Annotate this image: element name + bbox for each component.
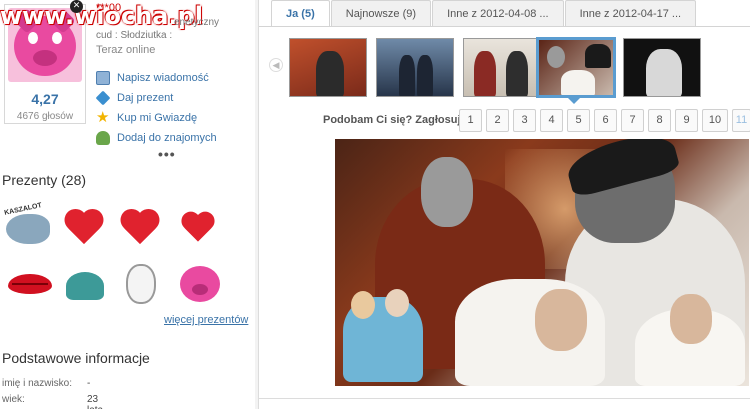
thumb-figure: [506, 51, 528, 96]
gift-poo[interactable]: [58, 258, 110, 306]
prev-arrow-icon[interactable]: ◀: [269, 58, 283, 72]
buy-star-link[interactable]: ★ Kup mi Gwiazdę: [96, 108, 217, 128]
gift-lips[interactable]: [2, 258, 54, 306]
pig-eye-left: [28, 32, 38, 44]
mail-icon: [96, 71, 110, 85]
more-actions-toggle[interactable]: •••: [158, 146, 176, 162]
gift-whale[interactable]: KASZALOT: [2, 202, 54, 250]
pig-eye-right: [52, 32, 62, 44]
gift-broken-heart[interactable]: [172, 202, 224, 250]
online-status: Teraz online: [96, 44, 156, 56]
gift-icon: [95, 90, 111, 106]
description-line-2: cud : Słodziutka :: [96, 30, 173, 41]
profile-sidebar: 4,27 4676 głosów www.wiocha.pl ✕ ***00 e…: [0, 0, 255, 409]
gifts-heading: Prezenty (28): [2, 172, 87, 188]
tab-newest[interactable]: Najnowsze (9): [330, 0, 432, 26]
action-label: Daj prezent: [117, 92, 174, 104]
send-message-link[interactable]: Napisz wiadomość: [96, 68, 217, 88]
photo-pope-center-head: [535, 289, 587, 351]
tab-divider: [259, 26, 750, 27]
info-label: imię i nazwisko:: [2, 378, 73, 389]
photo-head-left: [421, 157, 473, 227]
user-description: enetyczny cud : Słodziutka :: [96, 16, 246, 42]
rating-value: 4,27: [31, 91, 59, 107]
thumbnail-3[interactable]: [463, 38, 541, 97]
thumb-figure: [417, 55, 433, 96]
info-row-name: imię i nazwisko: -: [2, 378, 90, 389]
photo-tabs: Ja (5) Najnowsze (9) Inne z 2012-04-08 .…: [271, 0, 697, 26]
thumbnail-2[interactable]: [376, 38, 454, 97]
action-label: Kup mi Gwiazdę: [117, 112, 198, 124]
info-value: -: [87, 378, 91, 389]
close-icon[interactable]: ✕: [70, 0, 83, 13]
gift-heart-2[interactable]: [114, 202, 166, 250]
vote-prompt: Podobam Ci się? Zagłosuj:: [323, 114, 465, 126]
photo-pope-right-head: [670, 294, 712, 344]
thumb-figure: [316, 51, 344, 96]
vote-button-1[interactable]: 1: [459, 109, 482, 132]
photo-couple-head-2: [385, 289, 409, 317]
thumb-figure: [399, 55, 415, 96]
star-icon: ★: [96, 109, 110, 126]
more-gifts-link[interactable]: więcej prezentów: [164, 314, 248, 326]
gift-pig[interactable]: [172, 258, 224, 306]
pig-icon: [180, 266, 220, 302]
heart-icon: [64, 210, 104, 244]
tab-other-2012-04-17[interactable]: Inne z 2012-04-17 ...: [564, 0, 697, 26]
main-photo[interactable]: [335, 139, 749, 386]
vote-button-7[interactable]: 7: [621, 109, 644, 132]
thumb-figure: [547, 46, 565, 68]
vote-button-11[interactable]: 11: [732, 109, 750, 132]
action-label: Napisz wiadomość: [117, 72, 209, 84]
whale-icon: [6, 214, 50, 244]
pig-snout: [33, 50, 57, 66]
description-line-1: enetyczny: [174, 17, 220, 28]
info-row-age: wiek: 23 lata: [2, 394, 103, 409]
thumb-figure: [585, 44, 611, 68]
gift-heart-1[interactable]: [58, 202, 110, 250]
cow-icon: [126, 264, 156, 304]
vote-button-2[interactable]: 2: [486, 109, 509, 132]
tab-mine[interactable]: Ja (5): [271, 0, 330, 26]
page: 4,27 4676 głosów www.wiocha.pl ✕ ***00 e…: [0, 0, 750, 409]
profile-actions: Napisz wiadomość Daj prezent ★ Kup mi Gw…: [95, 68, 217, 148]
photo-panel: Ja (5) Najnowsze (9) Inne z 2012-04-08 .…: [258, 0, 750, 409]
thumbnail-4-active[interactable]: [536, 37, 616, 98]
vote-button-8[interactable]: 8: [648, 109, 671, 132]
thumb-figure: [561, 70, 595, 95]
broken-heart-icon: [181, 213, 215, 242]
basic-info-heading: Podstawowe informacje: [2, 350, 150, 366]
action-label: Dodaj do znajomych: [117, 132, 217, 144]
info-label: wiek:: [2, 394, 25, 405]
gift-cow[interactable]: [114, 258, 166, 306]
votes-count: 4676 głosów: [16, 111, 74, 122]
panel-bottom-border: [259, 398, 750, 399]
active-thumbnail-caret: [567, 97, 581, 104]
vote-button-3[interactable]: 3: [513, 109, 536, 132]
thumb-figure: [646, 49, 682, 96]
tab-other-2012-04-08[interactable]: Inne z 2012-04-08 ...: [432, 0, 564, 26]
heart-icon: [120, 210, 160, 244]
poo-icon: [66, 272, 104, 300]
info-value: 23 lata: [87, 394, 103, 409]
vote-button-6[interactable]: 6: [594, 109, 617, 132]
username: ***00: [96, 2, 122, 14]
vote-button-5[interactable]: 5: [567, 109, 590, 132]
thumbnail-5[interactable]: [623, 38, 701, 97]
add-friend-link[interactable]: Dodaj do znajomych: [96, 128, 217, 148]
thumb-figure: [474, 51, 496, 96]
vote-button-10[interactable]: 10: [702, 109, 728, 132]
vote-button-9[interactable]: 9: [675, 109, 698, 132]
thumbnail-1[interactable]: [289, 38, 367, 97]
vote-button-4[interactable]: 4: [540, 109, 563, 132]
lips-icon: [8, 274, 52, 294]
add-friend-icon: [96, 131, 110, 145]
photo-couple-head-1: [351, 291, 375, 319]
give-gift-link[interactable]: Daj prezent: [95, 88, 217, 108]
